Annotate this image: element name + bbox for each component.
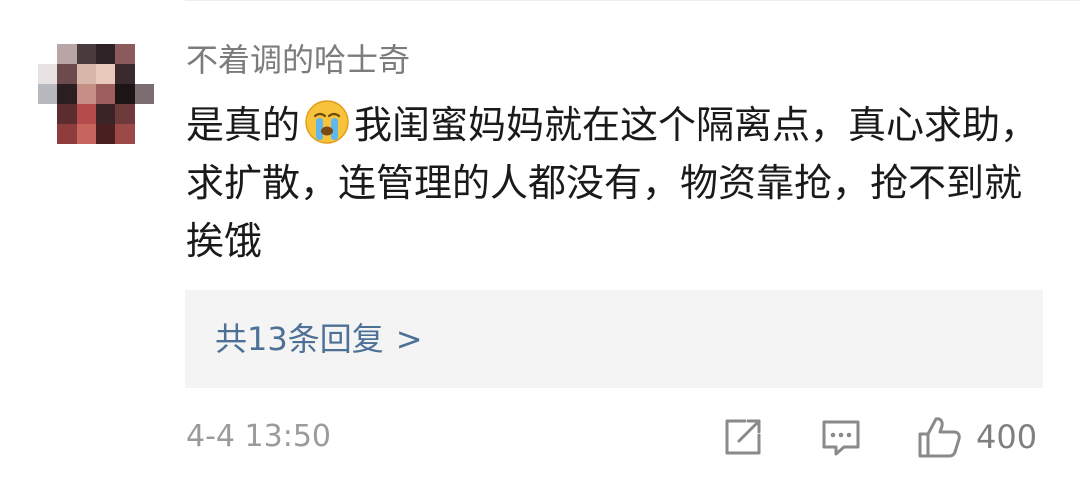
replies-panel: 共13条回复 >: [185, 290, 1043, 388]
view-replies-link[interactable]: 共13条回复 >: [215, 316, 423, 362]
avatar[interactable]: [38, 44, 154, 144]
share-icon[interactable]: [720, 414, 766, 460]
comment-text-start: 是真的: [186, 103, 301, 147]
username[interactable]: 不着调的哈士奇: [186, 38, 410, 82]
crying-face-icon: [305, 100, 349, 144]
like-count: 400: [976, 418, 1038, 456]
comment-text: 是真的 我闺蜜妈妈就在这个隔离点，真心求助，求扩散，连管理的人都没有，物资靠抢，…: [186, 96, 1056, 270]
comment-timestamp: 4-4 13:50: [186, 419, 331, 454]
replies-count-label: 共13条回复: [215, 320, 384, 358]
top-divider: [185, 0, 1080, 1]
thumbs-up-icon[interactable]: [916, 414, 962, 460]
comment-bubble-icon[interactable]: [818, 414, 864, 460]
chevron-right-icon: >: [395, 320, 423, 358]
